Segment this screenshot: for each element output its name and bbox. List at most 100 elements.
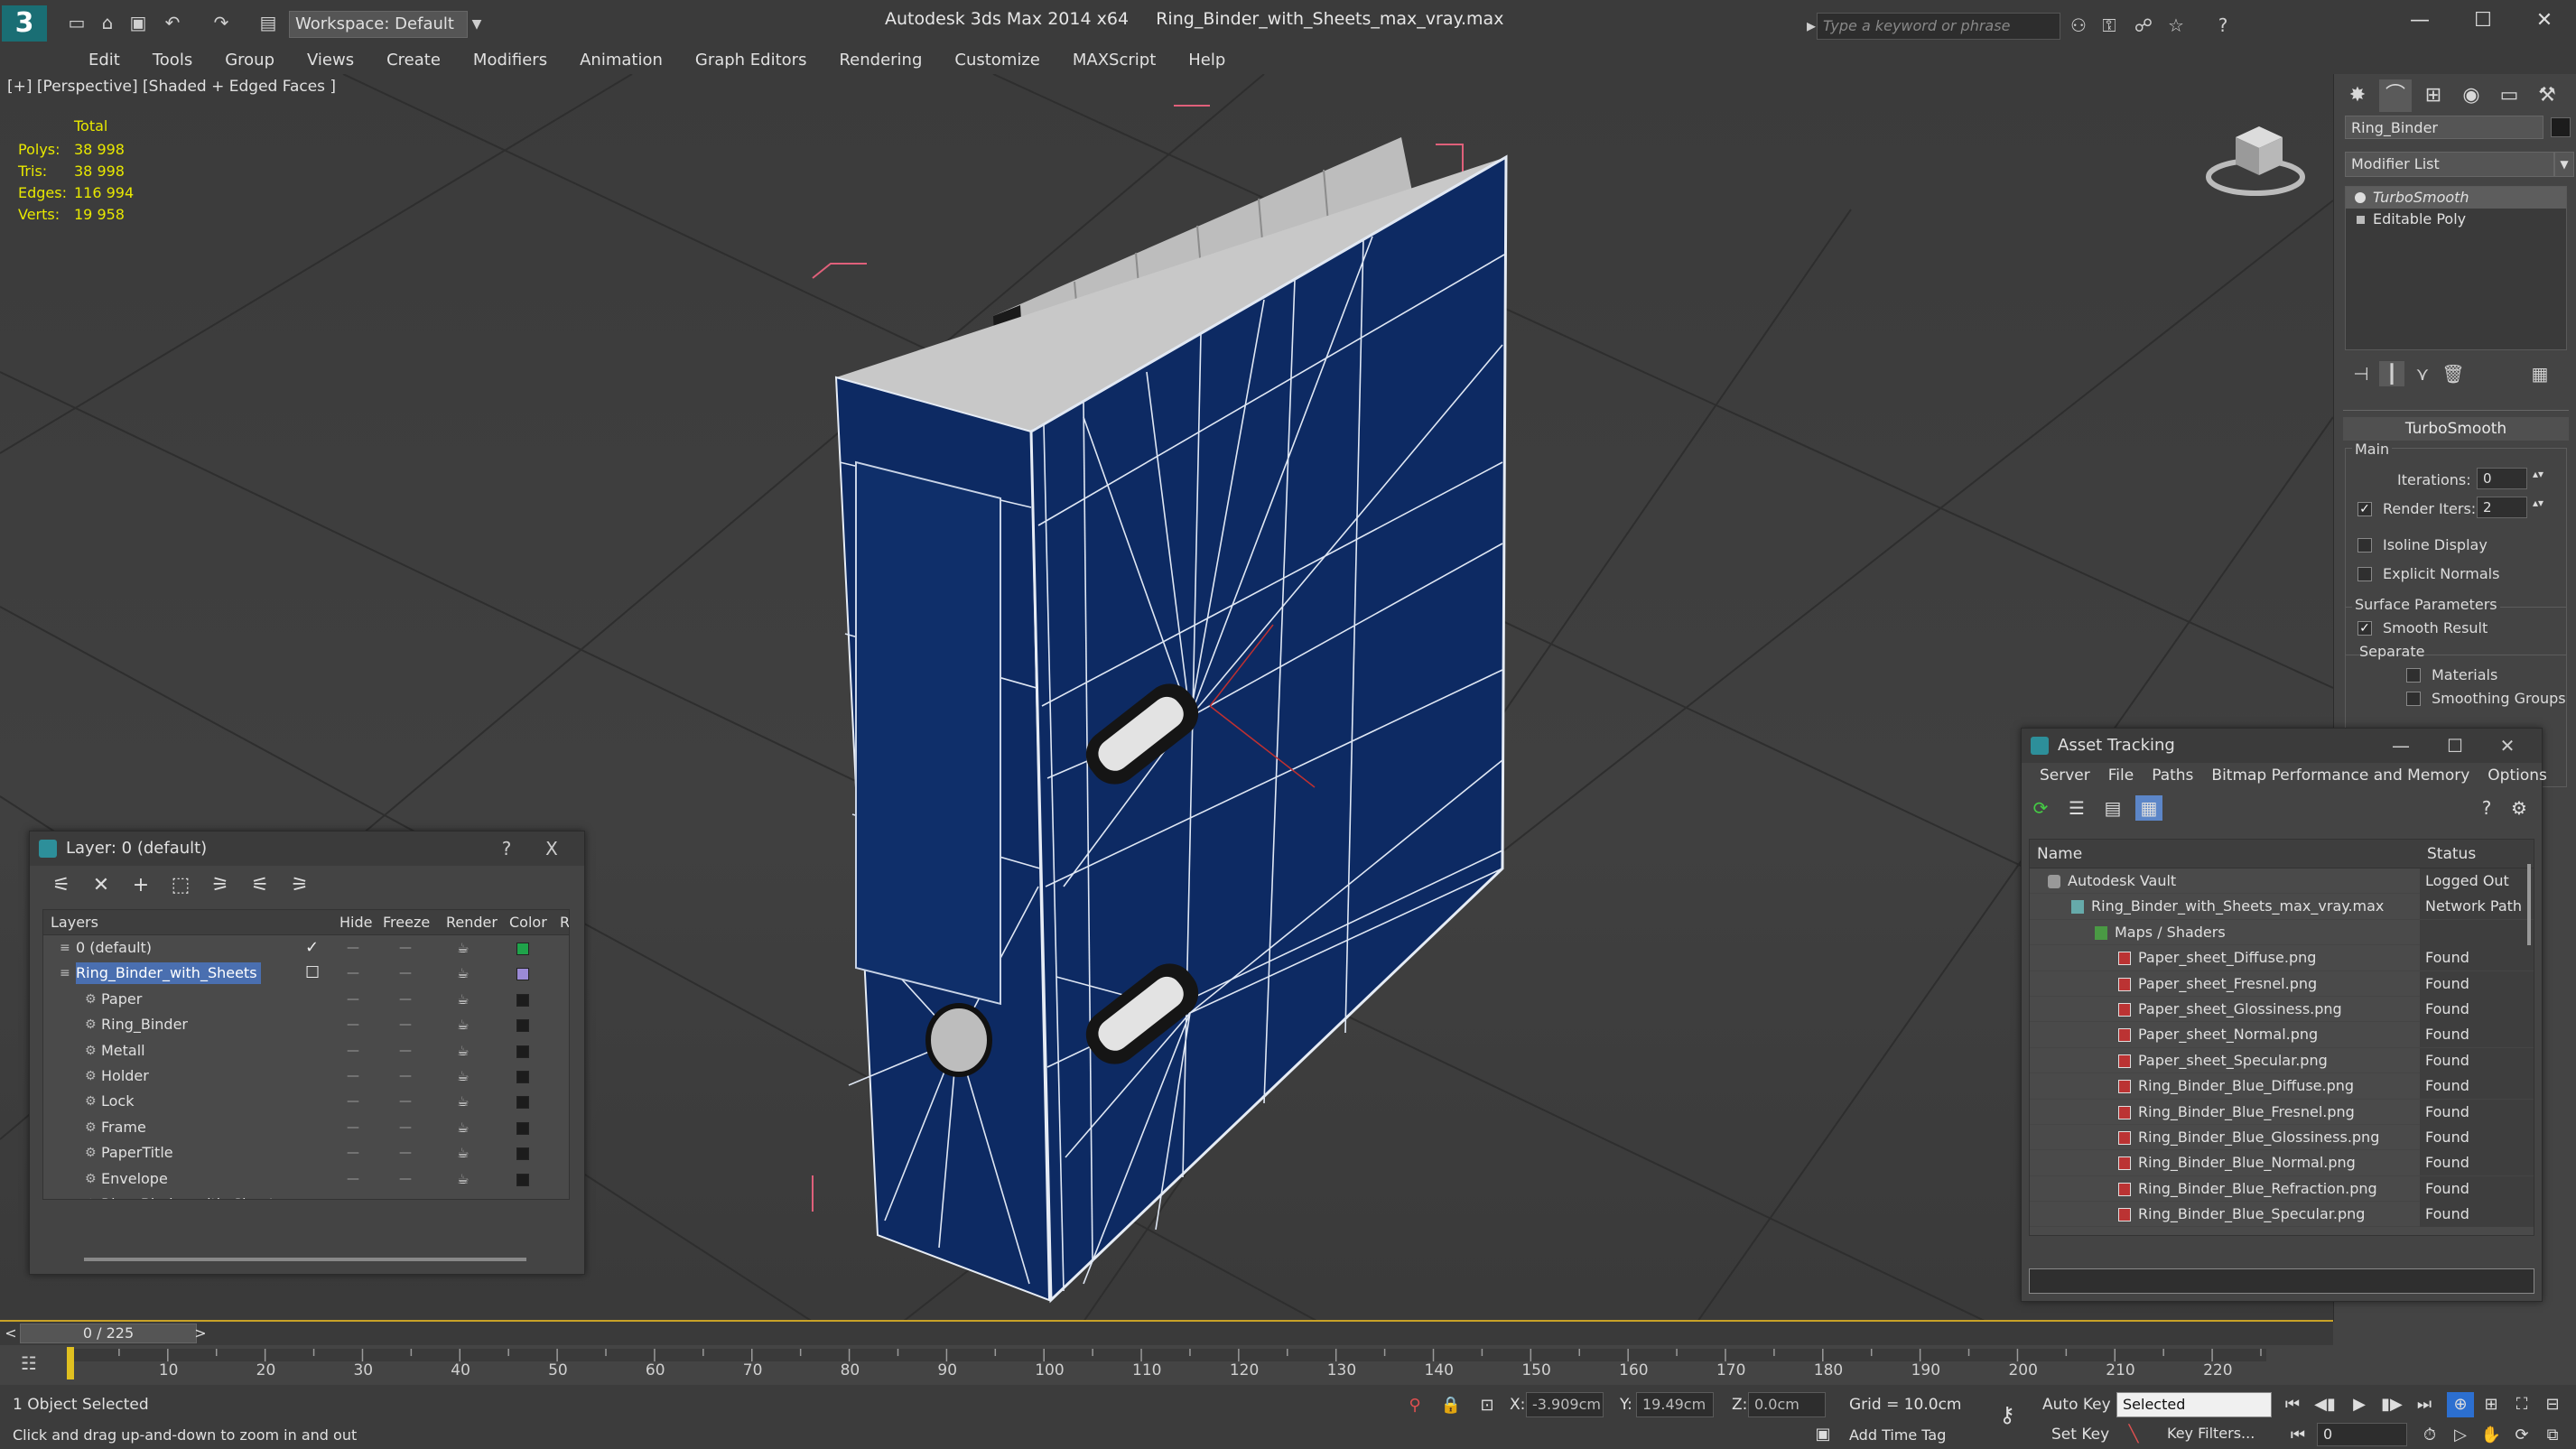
minimize-button[interactable]: —	[2391, 5, 2449, 36]
expand-box-icon[interactable]	[2357, 216, 2365, 224]
layer-color-swatch[interactable]	[516, 1198, 529, 1199]
layer-name[interactable]: Frame	[101, 1117, 150, 1138]
menu-tools[interactable]: Tools	[136, 45, 209, 74]
layer-name[interactable]: Ring_Binder_with_Sheets	[76, 962, 261, 985]
layer-color-swatch[interactable]	[516, 943, 529, 955]
key-filters-button[interactable]: Key Filters...	[2167, 1425, 2255, 1442]
track-bar[interactable]: ☷ 10 20 30 40 50 60 70 80 90 100 110 120 130 140 150 16…	[0, 1345, 2266, 1385]
layer-color-swatch[interactable]	[516, 993, 529, 1007]
search-input[interactable]: Type a keyword or phrase	[1817, 13, 2060, 40]
asset-row[interactable]: Ring_Binder_Blue_Glossiness.png Found	[2030, 1124, 2534, 1151]
current-frame-field[interactable]: 0	[2317, 1423, 2407, 1446]
minimize-icon[interactable]: —	[2383, 729, 2419, 763]
asset-name[interactable]: Paper_sheet_Glossiness.png	[2138, 997, 2342, 1022]
maximize-button[interactable]: ☐	[2454, 5, 2512, 36]
freeze-all-icon[interactable]: ⚞	[286, 873, 313, 898]
highlight-selected-icon[interactable]: ⚞	[207, 873, 234, 898]
freeze-toggle[interactable]: —	[399, 1166, 412, 1192]
spinner-arrows-icon[interactable]: ▴▾	[2533, 468, 2543, 480]
select-objects-icon[interactable]: ⬚	[167, 873, 194, 898]
column-hide[interactable]: Hide	[339, 910, 372, 935]
close-icon[interactable]: X	[534, 831, 570, 866]
vertical-scrollbar[interactable]	[2527, 864, 2531, 945]
go-to-end-icon[interactable]: ⏭	[2411, 1392, 2438, 1417]
table-view-icon[interactable]: ▦	[2135, 795, 2162, 821]
asset-name[interactable]: Ring_Binder_Blue_Glossiness.png	[2138, 1125, 2379, 1150]
spinner-arrows-icon[interactable]: ▴▾	[2533, 497, 2543, 509]
asset-window-titlebar[interactable]: Asset Tracking — ☐ ✕	[2022, 729, 2542, 763]
time-slider[interactable]: < 0 / 225 >	[0, 1322, 2333, 1345]
communication-icon[interactable]: ☍	[2131, 13, 2156, 38]
column-radiosity[interactable]: R	[560, 910, 569, 935]
current-layer-check-icon[interactable]: ✓	[305, 935, 319, 961]
layer-name[interactable]: Ring_Binder	[101, 1014, 191, 1036]
freeze-toggle[interactable]: —	[399, 1038, 412, 1064]
create-tab-icon[interactable]: ✸	[2341, 79, 2374, 112]
column-render[interactable]: Render	[446, 910, 498, 935]
layer-name[interactable]: Paper	[101, 989, 145, 1010]
stack-item-turbosmooth[interactable]: TurboSmooth	[2346, 187, 2566, 209]
asset-name[interactable]: Ring_Binder_Blue_Fresnel.png	[2138, 1100, 2355, 1125]
hide-all-icon[interactable]: ⚟	[246, 873, 274, 898]
zoom-extents-icon[interactable]: ⛶	[2508, 1392, 2535, 1417]
freeze-toggle[interactable]: —	[399, 1115, 412, 1140]
column-layers[interactable]: Layers	[51, 910, 98, 935]
layer-color-swatch[interactable]	[516, 1173, 529, 1186]
auto-key-button[interactable]: Auto Key	[2042, 1392, 2115, 1417]
absolute-mode-icon[interactable]: ⊡	[1475, 1394, 1499, 1417]
asset-name[interactable]: Ring_Binder_Blue_Diffuse.png	[2138, 1073, 2354, 1099]
favorites-star-icon[interactable]: ☆	[2163, 13, 2189, 38]
hide-toggle[interactable]: —	[347, 935, 359, 961]
selection-lock-icon[interactable]: 🔒	[1439, 1394, 1463, 1417]
layer-name[interactable]: PaperTitle	[101, 1142, 177, 1164]
menu-group[interactable]: Group	[209, 45, 291, 74]
layer-row[interactable]: ⚙ Frame — — ☕	[43, 1115, 569, 1140]
stack-item-editable-poly[interactable]: Editable Poly	[2346, 209, 2566, 230]
current-frame-marker[interactable]	[67, 1347, 74, 1379]
asset-name[interactable]: Autodesk Vault	[2068, 868, 2176, 894]
layer-row[interactable]: ⚙ Holder — — ☕	[43, 1064, 569, 1089]
next-frame-icon[interactable]: ▮▶	[2378, 1392, 2405, 1417]
layer-color-swatch[interactable]	[516, 1096, 529, 1110]
render-toggle-icon[interactable]: ☕	[457, 961, 469, 986]
delete-layer-icon[interactable]: ✕	[88, 873, 115, 898]
asset-row[interactable]: Ring_Binder_Blue_Fresnel.png Found	[2030, 1099, 2534, 1125]
asset-row[interactable]: Paper_sheet_Diffuse.png Found	[2030, 945, 2534, 971]
asset-row[interactable]: Ring_Binder_with_Sheets_max_vray.max Netw…	[2030, 894, 2534, 920]
asset-row[interactable]: Paper_sheet_Specular.png Found	[2030, 1047, 2534, 1074]
set-key-mode-icon[interactable]: ⚷	[1995, 1403, 2019, 1426]
layer-color-swatch[interactable]	[516, 968, 529, 981]
chevron-down-icon[interactable]: ▼	[2554, 152, 2574, 177]
x-coordinate-field[interactable]: -3.909cm	[1526, 1392, 1604, 1417]
menu-graph-editors[interactable]: Graph Editors	[679, 45, 823, 74]
previous-frame-icon[interactable]: ◀▮	[2311, 1392, 2339, 1417]
isoline-display-checkbox[interactable]	[2357, 538, 2372, 553]
pin-stack-icon[interactable]: ⊣	[2348, 361, 2374, 386]
z-coordinate-field[interactable]: 0.0cm	[1748, 1392, 1826, 1417]
asset-name[interactable]: Ring_Binder_Blue_Normal.png	[2138, 1150, 2356, 1175]
add-to-layer-icon[interactable]: +	[127, 873, 154, 898]
hide-toggle[interactable]: —	[347, 1012, 359, 1037]
hide-toggle[interactable]: —	[347, 1038, 359, 1064]
layer-color-swatch[interactable]	[516, 1019, 529, 1033]
binoculars-icon[interactable]: ⚇	[2066, 13, 2091, 38]
set-key-button[interactable]: Set Key	[2051, 1423, 2115, 1446]
smoothing-groups-checkbox[interactable]	[2406, 692, 2421, 706]
display-tab-icon[interactable]: ▭	[2493, 79, 2525, 112]
asset-menu-options[interactable]: Options	[2478, 763, 2556, 790]
tree-view-icon[interactable]: ▤	[2099, 795, 2126, 821]
asset-name[interactable]: Paper_sheet_Fresnel.png	[2138, 971, 2317, 997]
key-mode-toggle-icon[interactable]: ⏮	[2284, 1423, 2311, 1448]
asset-row[interactable]: Ring_Binder_Blue_Specular.png Found	[2030, 1202, 2534, 1228]
time-configuration-icon[interactable]: ⏱	[2416, 1423, 2443, 1448]
turbosmooth-rollout-title[interactable]: TurboSmooth	[2343, 417, 2569, 441]
hide-toggle[interactable]: —	[347, 1140, 359, 1166]
help-icon[interactable]: ?	[2210, 13, 2236, 38]
layer-color-swatch[interactable]	[516, 1045, 529, 1058]
render-toggle-icon[interactable]: ☕	[457, 1192, 469, 1199]
render-iters-checkbox[interactable]: ✓	[2357, 502, 2372, 516]
close-button[interactable]: ✕	[2516, 5, 2573, 36]
workspace-dropdown[interactable]: Workspace: Default	[289, 11, 468, 38]
layer-name[interactable]: Envelope	[101, 1168, 172, 1190]
time-next-button[interactable]: >	[191, 1324, 209, 1343]
